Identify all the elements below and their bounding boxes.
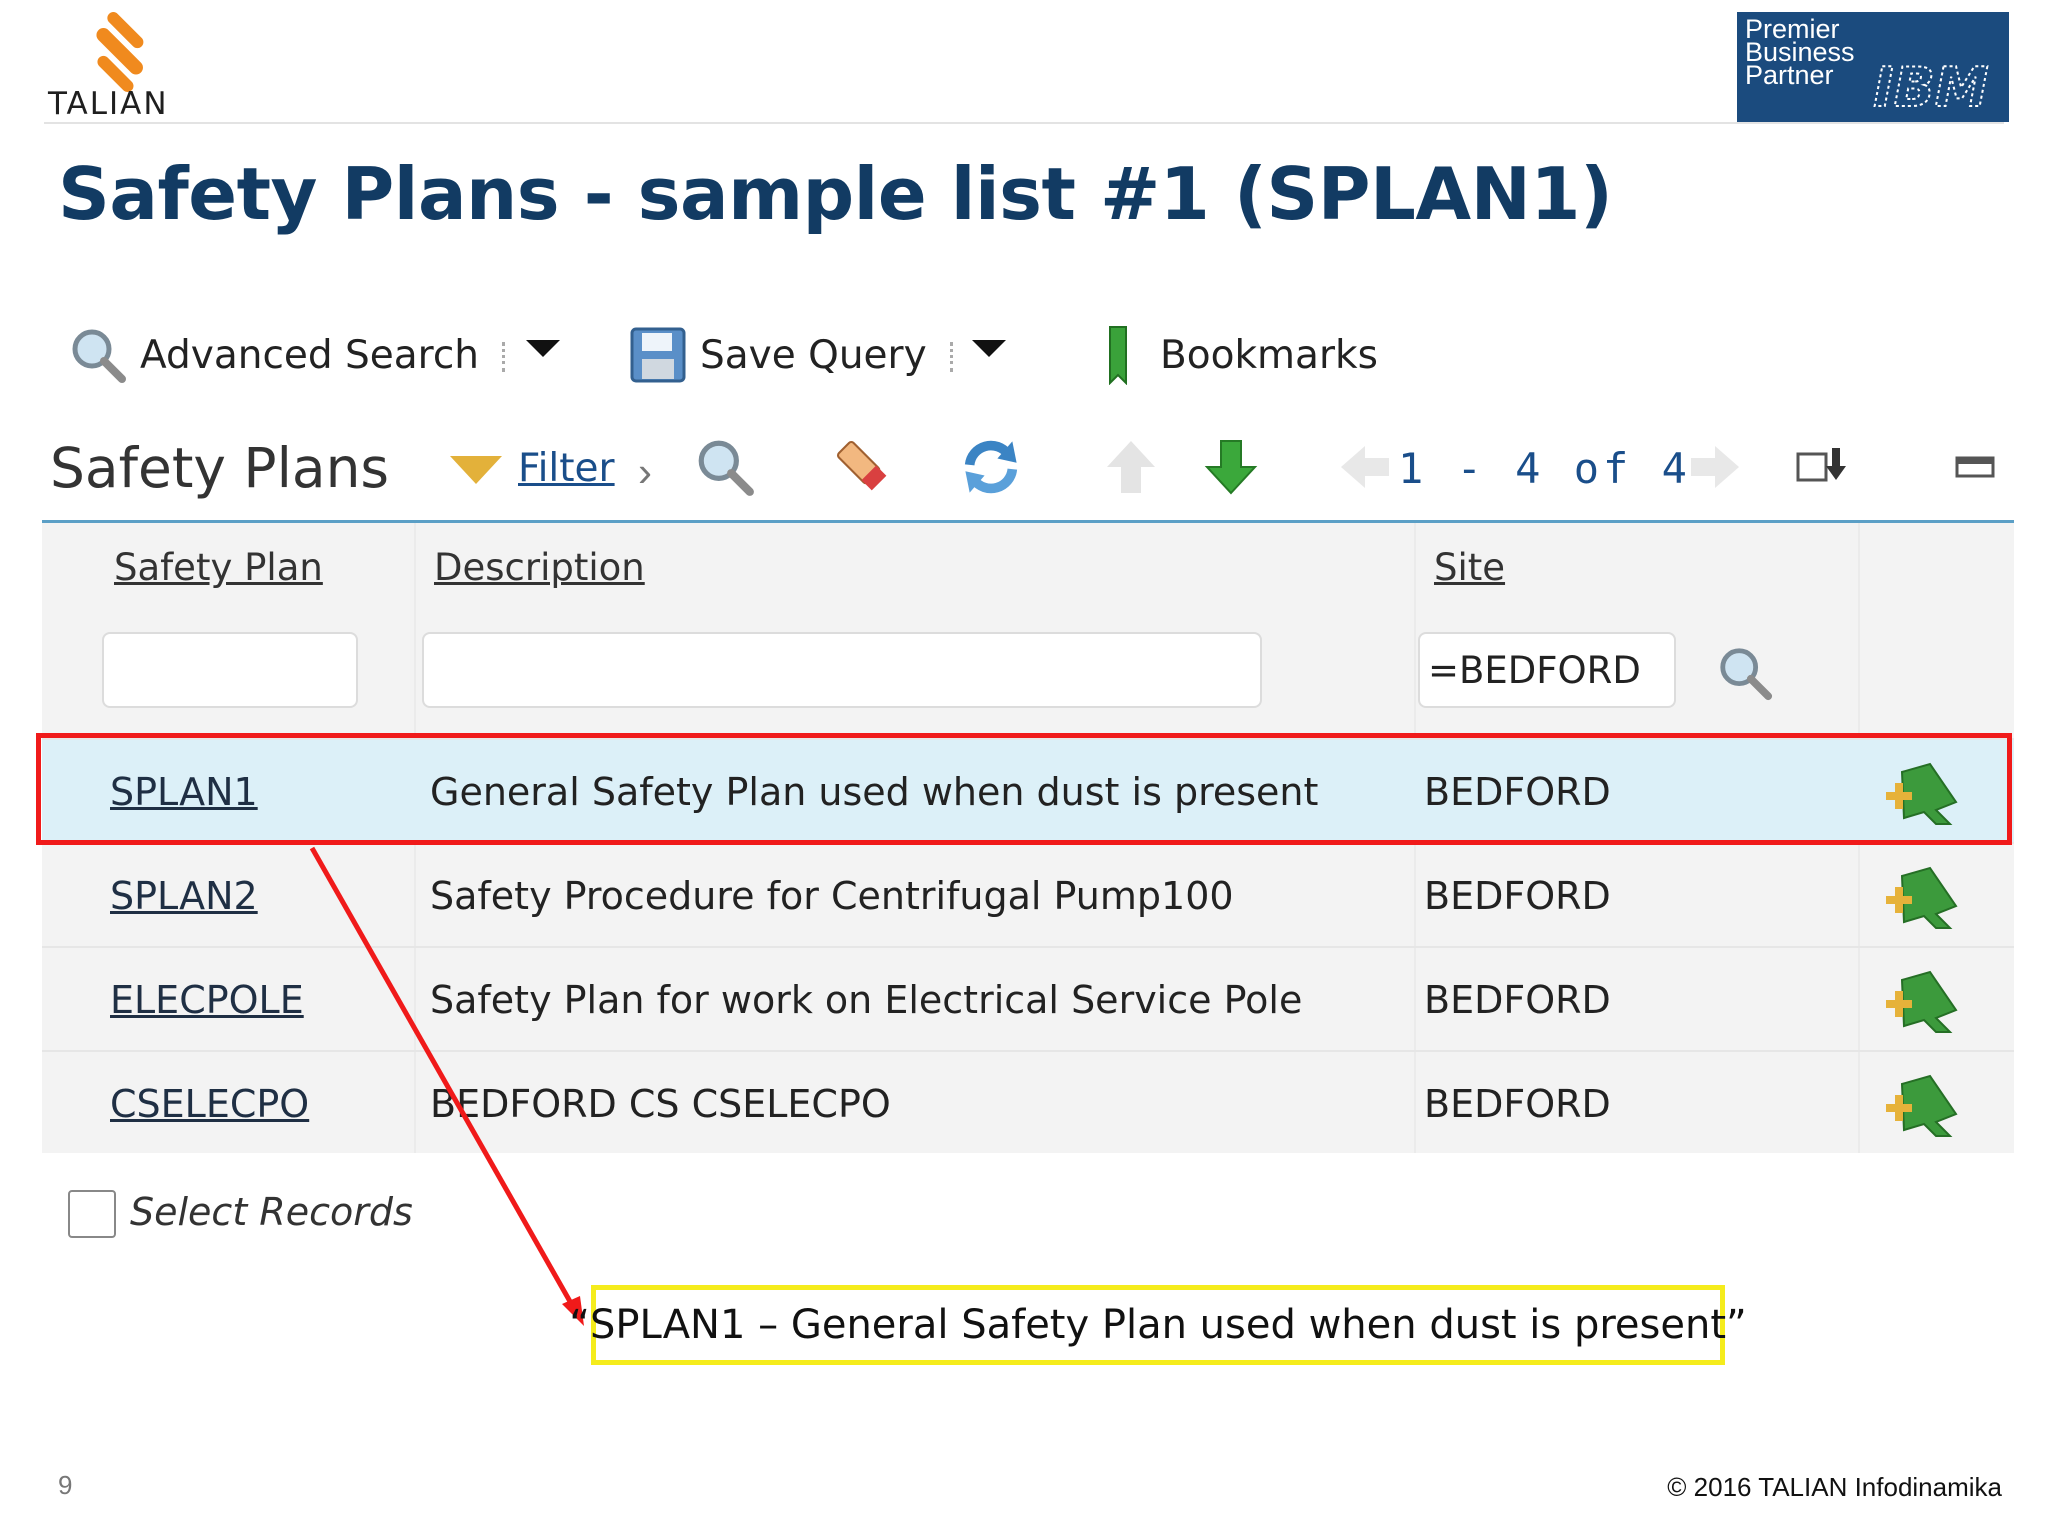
clear-eraser-icon[interactable] — [828, 432, 898, 502]
site-cell: BEDFORD — [1424, 874, 1611, 918]
advanced-search-dropdown-icon[interactable] — [526, 340, 560, 357]
find-icon[interactable] — [690, 432, 760, 502]
next-page-icon[interactable] — [1680, 432, 1750, 502]
select-value-icon[interactable] — [1880, 966, 1960, 1036]
download-icon[interactable] — [1784, 432, 1854, 502]
select-value-icon[interactable] — [1880, 1070, 1960, 1140]
annotation-callout: “SPLAN1 – General Safety Plan used when … — [569, 1285, 1747, 1365]
badge-line-3: Partner — [1745, 60, 1834, 90]
refresh-icon[interactable] — [956, 432, 1026, 502]
pagination-count: 1 - 4 of 4 — [1398, 444, 1691, 493]
query-toolbar: Advanced Search Save Query Bookmarks — [68, 318, 1378, 392]
toolbar-separator — [502, 342, 509, 372]
description-cell: Safety Procedure for Centrifugal Pump100 — [430, 874, 1234, 918]
site-cell: BEDFORD — [1424, 1082, 1611, 1126]
site-lookup-icon[interactable] — [1710, 638, 1780, 708]
column-header-safety-plan[interactable]: Safety Plan — [114, 546, 323, 589]
select-records-checkbox[interactable] — [68, 1190, 116, 1238]
next-row-arrow-icon[interactable] — [1196, 432, 1266, 502]
table-row[interactable]: SPLAN2 Safety Procedure for Centrifugal … — [42, 842, 2014, 946]
bookmark-icon — [1088, 325, 1148, 385]
chevron-right-icon: › — [638, 448, 652, 495]
description-cell: Safety Plan for work on Electrical Servi… — [430, 978, 1303, 1022]
header-divider — [44, 122, 2004, 124]
ibm-partner-badge: Premier Business Partner IBM — [1737, 12, 2009, 122]
copyright-notice: © 2016 TALIAN Infodinamika — [1667, 1472, 2002, 1502]
brand-name: TALIAN — [48, 86, 169, 122]
row-highlight-box — [36, 733, 2012, 845]
previous-row-arrow-icon[interactable] — [1096, 432, 1166, 502]
site-filter-input[interactable]: =BEDFORD — [1418, 632, 1676, 708]
select-records-label[interactable]: Select Records — [130, 1190, 413, 1234]
column-header-description[interactable]: Description — [434, 546, 645, 589]
safety-plan-link[interactable]: CSELECPO — [110, 1082, 309, 1126]
table-row[interactable]: ELECPOLE Safety Plan for work on Electri… — [42, 946, 2014, 1050]
advanced-search-label: Advanced Search — [140, 332, 480, 378]
save-query-label: Save Query — [700, 332, 927, 378]
ibm-logo-text: IBM — [1874, 56, 1989, 116]
select-value-icon[interactable] — [1880, 862, 1960, 932]
safety-plan-link[interactable]: SPLAN2 — [110, 874, 258, 918]
ibm-logo-icon: IBM — [1873, 56, 1990, 116]
save-query-dropdown-icon[interactable] — [972, 340, 1006, 357]
save-disk-icon — [628, 325, 688, 385]
safety-plan-link[interactable]: ELECPOLE — [110, 978, 304, 1022]
site-cell: BEDFORD — [1424, 978, 1611, 1022]
page-number: 9 — [58, 1470, 73, 1500]
advanced-search-button[interactable]: Advanced Search — [68, 318, 479, 392]
slide-title: Safety Plans - sample list #1 (SPLAN1) — [58, 152, 1613, 236]
previous-page-icon[interactable] — [1330, 432, 1400, 502]
bookmarks-button[interactable]: Bookmarks — [1088, 318, 1378, 392]
column-header-site[interactable]: Site — [1434, 546, 1505, 589]
filter-link[interactable]: Filter — [518, 446, 615, 491]
table-row[interactable]: CSELECPO BEDFORD CS CSELECPO BEDFORD — [42, 1050, 2014, 1154]
filter-icon[interactable] — [450, 456, 502, 484]
toolbar-separator — [950, 342, 957, 372]
bookmarks-label: Bookmarks — [1160, 332, 1378, 378]
save-query-button[interactable]: Save Query — [628, 318, 927, 392]
minimize-table-icon[interactable] — [1940, 432, 2010, 502]
magnifier-icon — [68, 325, 128, 385]
list-title: Safety Plans — [50, 436, 390, 500]
safety-plan-filter-input[interactable] — [102, 632, 358, 708]
description-filter-input[interactable] — [422, 632, 1262, 708]
description-cell: BEDFORD CS CSELECPO — [430, 1082, 891, 1126]
